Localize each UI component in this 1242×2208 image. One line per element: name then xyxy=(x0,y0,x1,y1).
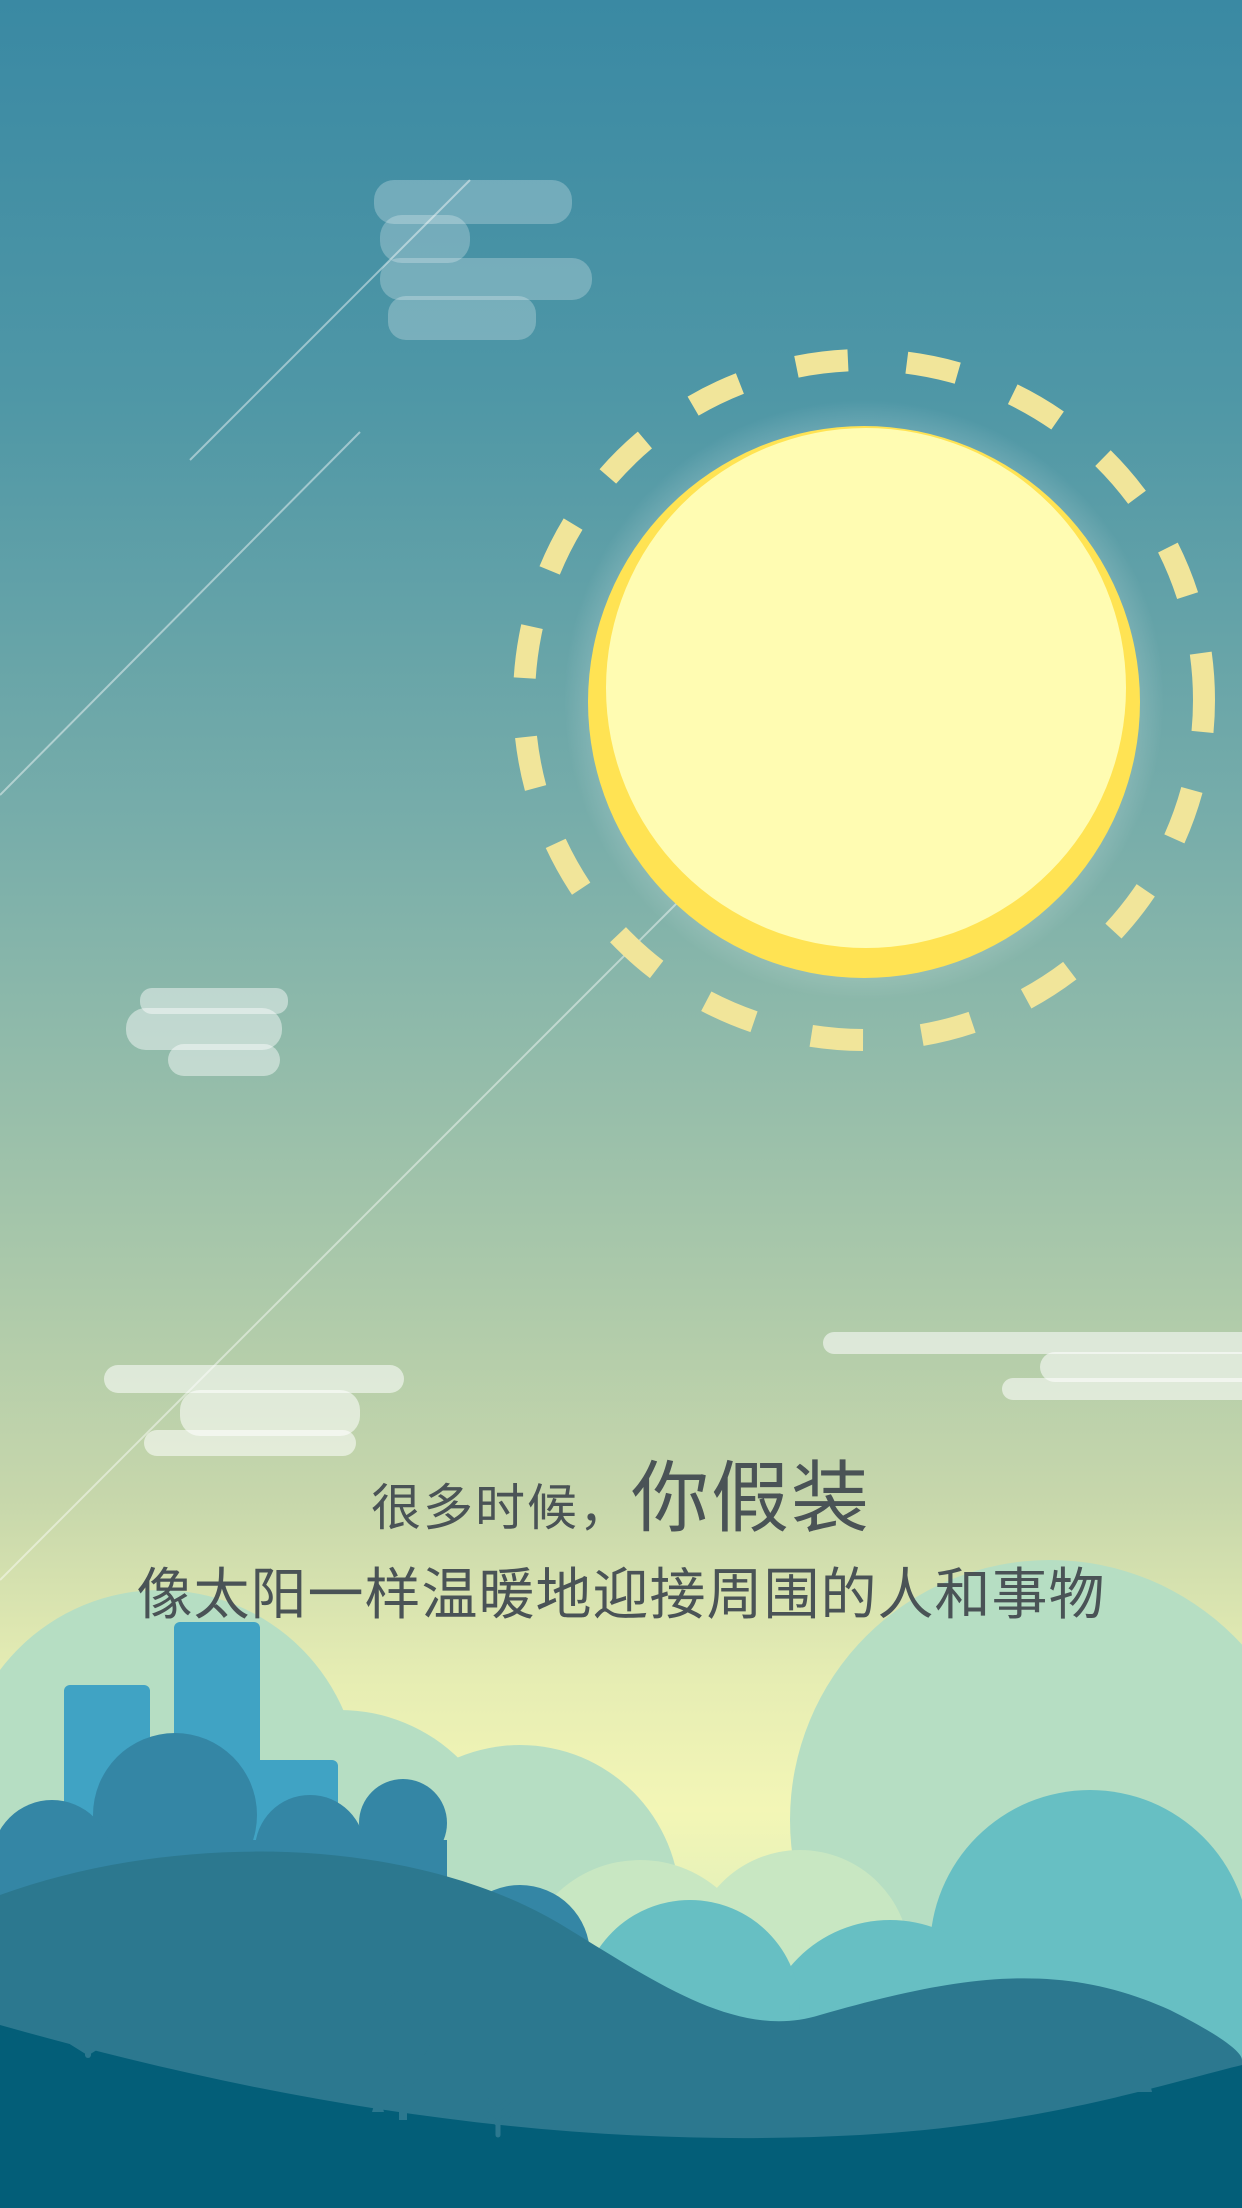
sun-icon xyxy=(513,349,1215,1051)
tagline-line-2: 像太阳一样温暖地迎接周围的人和事物 xyxy=(136,1563,1106,1628)
tagline-line-1: 很多时候，你假装 xyxy=(0,1436,1242,1548)
cloud-icon xyxy=(126,988,288,1076)
cloud-icon xyxy=(823,1332,1242,1400)
tagline-emphasis: 你假装 xyxy=(630,1454,871,1544)
cloud-icon xyxy=(374,180,592,340)
tagline-prefix: 很多时候， xyxy=(370,1479,631,1537)
illustration xyxy=(0,179,1242,2208)
splash-screen: 很多时候，你假装 像太阳一样温暖地迎接周围的人和事物 xyxy=(0,0,1242,2208)
